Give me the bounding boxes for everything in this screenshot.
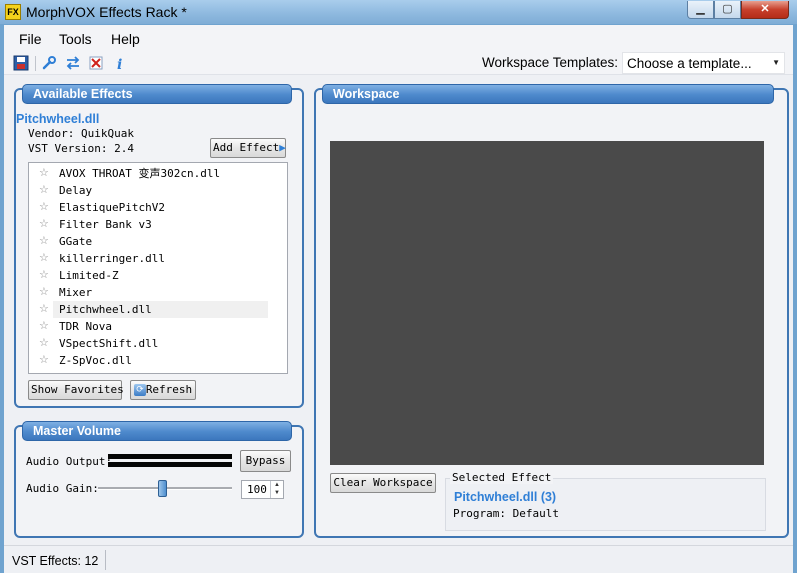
maximize-icon: ▢ [722, 3, 733, 15]
status-bar: VST Effects: 12 [4, 545, 793, 573]
available-effects-header: Available Effects [22, 84, 292, 104]
toolbar-separator [35, 56, 36, 71]
status-separator [105, 550, 106, 570]
favorite-star-icon[interactable]: ☆ [39, 233, 49, 250]
favorite-star-icon[interactable]: ☆ [39, 182, 49, 199]
favorite-star-icon[interactable]: ☆ [39, 284, 49, 301]
effect-list-item[interactable]: TDR Nova [53, 318, 268, 335]
audio-gain-slider-thumb[interactable] [158, 480, 167, 497]
spin-up-icon[interactable]: ▲ [271, 481, 283, 489]
save-icon[interactable] [13, 55, 29, 71]
favorite-star-icon[interactable]: ☆ [39, 335, 49, 352]
effect-list-item[interactable]: Pitchwheel.dll [53, 301, 268, 318]
refresh-label: Refresh [145, 383, 193, 396]
swap-icon[interactable] [65, 55, 81, 71]
effect-list-item[interactable]: Z-SpVoc.dll [53, 352, 268, 369]
add-effect-label: Add Effect [213, 141, 280, 154]
effect-list-item[interactable]: Delay [53, 182, 268, 199]
effect-list-item[interactable]: Mixer [53, 284, 268, 301]
close-icon: ✕ [760, 3, 770, 15]
favorite-star-icon[interactable]: ☆ [39, 318, 49, 335]
svg-text:i: i [117, 57, 122, 71]
status-text: VST Effects: 12 [12, 554, 99, 568]
minimize-icon: ▁ [696, 3, 705, 15]
meter-bar-right [108, 462, 232, 467]
selected-effect-title: Pitchwheel.dll [16, 112, 100, 126]
favorite-star-icon[interactable]: ☆ [39, 165, 49, 182]
audio-gain-label: Audio Gain: [26, 482, 99, 495]
remove-icon[interactable] [88, 55, 104, 71]
effect-vst-version: VST Version: 2.4 [28, 142, 134, 155]
effects-list[interactable]: AVOX THROAT 变声302cn.dll ☆ Delay ☆ ElastiqueP… [28, 162, 288, 374]
selected-effect-program: Program: Default [453, 507, 559, 520]
bypass-label: Bypass [245, 454, 286, 467]
menu-bar: File Tools Help [4, 25, 793, 51]
refresh-icon: ⟳ [134, 384, 146, 396]
menu-file[interactable]: File [19, 31, 42, 47]
show-favorites-button[interactable]: Show Favorites [28, 380, 124, 400]
close-button[interactable]: ✕ [741, 1, 789, 19]
selected-effect-legend: Selected Effect [450, 471, 554, 484]
workspace-templates-label: Workspace Templates: [482, 55, 619, 70]
effect-list-item[interactable]: VSpectShift.dll [53, 335, 268, 352]
menu-tools[interactable]: Tools [59, 31, 92, 47]
selected-effect-group [445, 478, 766, 531]
arrow-right-icon: ▶ [279, 141, 286, 154]
workspace-canvas[interactable] [330, 141, 764, 465]
audio-gain-spinbox[interactable]: 100 ▲ ▼ [241, 480, 284, 499]
favorite-star-icon[interactable]: ☆ [39, 301, 49, 318]
effect-vendor: Vendor: QuikQuak [28, 127, 134, 140]
favorite-star-icon[interactable]: ☆ [39, 216, 49, 233]
app-icon: FX [5, 4, 21, 20]
workspace-templates-select[interactable]: Choose a template... ▼ [622, 52, 785, 74]
master-volume-header: Master Volume [22, 421, 292, 441]
effect-list-item[interactable]: GGate [53, 233, 268, 250]
add-effect-button[interactable]: Add Effect▶ [210, 138, 286, 158]
audio-output-label: Audio Output: [26, 455, 113, 468]
clear-workspace-label: Clear Workspace [333, 476, 433, 489]
effect-list-item[interactable]: Limited-Z [53, 267, 268, 284]
meter-bar-left [108, 454, 232, 459]
refresh-button[interactable]: ⟳ Refresh [130, 380, 196, 400]
favorite-star-icon[interactable]: ☆ [39, 267, 49, 284]
client-area: File Tools Help i Workspace Templates: C… [4, 25, 793, 573]
favorite-star-icon[interactable]: ☆ [39, 352, 49, 369]
minimize-button[interactable]: ▁ [687, 1, 714, 19]
workspace-templates-value: Choose a template... [627, 56, 752, 71]
selected-effect-name: Pitchwheel.dll (3) [454, 490, 557, 504]
maximize-button[interactable]: ▢ [714, 1, 741, 19]
spin-buttons: ▲ ▼ [270, 481, 283, 498]
dropdown-arrow-icon: ▼ [772, 58, 780, 67]
title-bar[interactable]: FX MorphVOX Effects Rack * ▁ ▢ ✕ [0, 0, 797, 24]
spin-down-icon[interactable]: ▼ [271, 489, 283, 497]
effect-list-item[interactable]: AVOX THROAT 变声302cn.dll [53, 165, 268, 182]
favorite-star-icon[interactable]: ☆ [39, 199, 49, 216]
audio-output-meter [108, 453, 232, 469]
effect-list-item[interactable]: Filter Bank v3 [53, 216, 268, 233]
effect-list-item[interactable]: ElastiquePitchV2 [53, 199, 268, 216]
menu-help[interactable]: Help [111, 31, 140, 47]
clear-workspace-button[interactable]: Clear Workspace [330, 473, 436, 493]
bypass-button[interactable]: Bypass [240, 450, 291, 472]
workspace-header: Workspace [322, 84, 774, 104]
show-favorites-label: Show Favorites [31, 383, 124, 396]
wrench-icon[interactable] [41, 55, 57, 71]
audio-gain-value: 100 [247, 483, 267, 496]
favorite-star-icon[interactable]: ☆ [39, 250, 49, 267]
effect-list-item[interactable]: killerringer.dll [53, 250, 268, 267]
window-title: MorphVOX Effects Rack * [26, 4, 187, 20]
info-icon[interactable]: i [112, 55, 128, 71]
